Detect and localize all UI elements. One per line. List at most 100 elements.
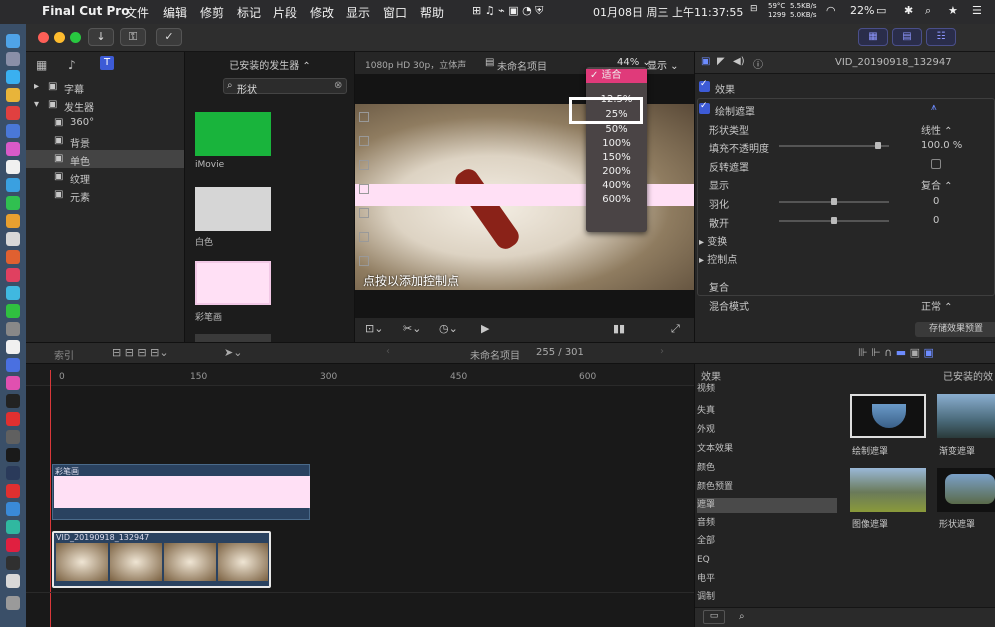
opacity-slider[interactable]: [779, 142, 889, 149]
forward-arrow-icon[interactable]: ›: [660, 346, 664, 357]
zoom-option-100[interactable]: 100%: [586, 137, 647, 151]
back-arrow-icon[interactable]: ‹: [386, 346, 390, 357]
app-name[interactable]: Final Cut Pro: [42, 4, 129, 18]
zoom-option-50[interactable]: 50%: [586, 123, 647, 137]
chrome-icon[interactable]: [6, 88, 20, 102]
param-spread[interactable]: 散开 0: [695, 212, 995, 230]
app-icon-30[interactable]: [6, 556, 20, 570]
param-transform[interactable]: ▸ 变换: [695, 230, 995, 248]
effect-thumb-draw-mask[interactable]: [850, 394, 926, 438]
app-icon-28[interactable]: [6, 520, 20, 534]
audio-inspector-icon[interactable]: ◀): [733, 56, 745, 67]
browser-toggle-button[interactable]: ▦: [858, 28, 888, 46]
safari-icon[interactable]: [6, 70, 20, 84]
launchpad-icon[interactable]: [6, 52, 20, 66]
video-inspector-icon[interactable]: ▣: [701, 56, 710, 67]
app-icon-22[interactable]: [6, 412, 20, 426]
control-center-icon[interactable]: ★: [948, 4, 958, 17]
app-icon-14[interactable]: [6, 268, 20, 282]
category-color[interactable]: 颜色: [697, 461, 837, 476]
effect-thumb-image-mask[interactable]: [850, 468, 926, 512]
effect-enable-checkbox[interactable]: [699, 101, 710, 114]
category-eq[interactable]: EQ: [697, 553, 837, 568]
app-icon-12[interactable]: [6, 232, 20, 246]
category-distortion[interactable]: 失真: [697, 404, 837, 419]
param-value[interactable]: 复合 ⌃: [921, 177, 953, 192]
app-icon-21[interactable]: [6, 394, 20, 408]
slider-knob[interactable]: [874, 142, 881, 149]
effects-section[interactable]: 效果: [695, 78, 995, 96]
timeline-tools-icon[interactable]: ⊪ ⊩ ∩ ▬ ▣ ▣: [858, 346, 934, 359]
menu-mark[interactable]: 标记: [237, 4, 261, 21]
zoom-option-fit[interactable]: ✓ 适合: [586, 69, 647, 83]
terminal-icon[interactable]: [6, 448, 20, 462]
slider-knob[interactable]: [831, 198, 837, 205]
media-tab-icon[interactable]: ▦: [36, 58, 47, 72]
param-display[interactable]: 显示 复合 ⌃: [695, 174, 995, 192]
zoom-option-400[interactable]: 400%: [586, 179, 647, 193]
category-all[interactable]: 全部: [697, 534, 837, 549]
zoom-option-150[interactable]: 150%: [586, 151, 647, 165]
menu-help[interactable]: 帮助: [420, 4, 444, 21]
category-look[interactable]: 外观: [697, 423, 837, 438]
sidebar-item-generators[interactable]: ▾ ▣ 发生器: [26, 96, 184, 114]
inspector-toggle-button[interactable]: ☷: [926, 28, 956, 46]
feather-slider[interactable]: [779, 198, 889, 205]
timeline-toggle-button[interactable]: ▤: [892, 28, 922, 46]
clip-thumbnail[interactable]: [195, 187, 271, 231]
category-modulation[interactable]: 调制: [697, 590, 837, 605]
tool-handle[interactable]: [359, 232, 369, 242]
app-icon-10[interactable]: [6, 196, 20, 210]
app-icon-18[interactable]: [6, 340, 20, 354]
app-icon-31[interactable]: [6, 574, 20, 588]
tool-handle[interactable]: [359, 112, 369, 122]
zoom-option-200[interactable]: 200%: [586, 165, 647, 179]
app-icon-26[interactable]: [6, 484, 20, 498]
effects-checkbox[interactable]: [699, 79, 710, 92]
play-icon[interactable]: ▶: [481, 322, 489, 335]
composite-section[interactable]: 复合: [695, 276, 995, 294]
app-icon-15[interactable]: [6, 286, 20, 300]
background-tasks-button[interactable]: ✓: [156, 28, 182, 46]
sidebar-item-titles[interactable]: ▸ ▣ 字幕: [26, 78, 184, 96]
tool-handle[interactable]: [359, 136, 369, 146]
param-control-points[interactable]: ▸ 控制点: [695, 248, 995, 266]
select-tool-icon[interactable]: ➤⌄: [224, 346, 242, 359]
app-icon-20[interactable]: [6, 376, 20, 390]
menu-file[interactable]: 文件: [125, 4, 149, 21]
app-icon-27[interactable]: [6, 502, 20, 516]
menu-modify[interactable]: 修改: [310, 4, 334, 21]
video-clip[interactable]: VID_20190918_132947: [52, 531, 271, 588]
sidebar-item-elements[interactable]: ▣ 元素: [26, 186, 184, 204]
sidebar-item-solids[interactable]: ▣ 单色: [26, 150, 184, 168]
param-feather[interactable]: 羽化 0: [695, 193, 995, 211]
sidebar-item-360[interactable]: ▣ 360°: [26, 114, 184, 132]
app-icon-29[interactable]: [6, 538, 20, 552]
clip-thumbnail-selected[interactable]: [195, 261, 271, 305]
datetime[interactable]: 01月08日 周三 上午11:37:55: [593, 4, 743, 20]
battery[interactable]: 22%: [850, 4, 874, 17]
transform-icon[interactable]: ⊡⌄: [365, 322, 383, 335]
fullscreen-icon[interactable]: ⤢: [671, 322, 680, 336]
edit-buttons-icon[interactable]: ⊟ ⊟ ⊟ ⊟⌄: [112, 346, 169, 359]
effects-browser-icon[interactable]: ▣: [924, 346, 934, 359]
menu-trim[interactable]: 修剪: [200, 4, 224, 21]
finder-icon[interactable]: [6, 34, 20, 48]
status-icons[interactable]: ⊞ ♫ ⌁ ▣ ◔ ⛨: [472, 4, 543, 18]
clip-thumbnail[interactable]: [195, 112, 271, 156]
search-icon[interactable]: ⌕: [739, 611, 745, 622]
sidebar-item-textures[interactable]: ▣ 纹理: [26, 168, 184, 186]
zoom-option-600[interactable]: 600%: [586, 193, 647, 207]
trash-icon[interactable]: [6, 596, 20, 610]
search-icon[interactable]: ⌕: [925, 4, 931, 18]
param-fill-opacity[interactable]: 填充不透明度 100.0 %: [695, 137, 995, 155]
param-value[interactable]: 100.0 %: [921, 140, 962, 151]
app-icon-17[interactable]: [6, 322, 20, 336]
invert-checkbox[interactable]: [931, 159, 941, 169]
app-icon-6[interactable]: [6, 124, 20, 138]
close-button[interactable]: [38, 32, 49, 43]
playhead[interactable]: [50, 370, 51, 627]
app-icon-13[interactable]: [6, 250, 20, 264]
tool-handle[interactable]: [359, 208, 369, 218]
category-video[interactable]: 视频: [697, 382, 837, 397]
